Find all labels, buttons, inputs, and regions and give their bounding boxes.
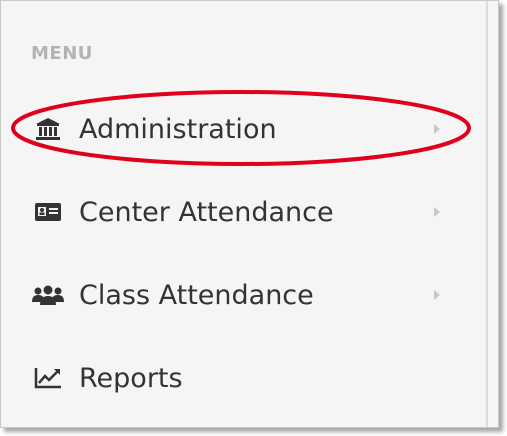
menu-item-center-attendance[interactable]: Center Attendance [1,182,471,242]
id-card-icon [31,199,65,225]
menu-item-label: Administration [79,113,277,145]
menu-item-class-attendance[interactable]: Class Attendance [1,265,471,325]
menu-item-label: Reports [79,362,183,394]
chevron-right-icon [434,124,440,134]
menu-header: MENU [31,43,93,64]
menu-item-label: Center Attendance [79,196,334,228]
sidebar-menu: MENU Administration Center Attendance Cl… [0,0,499,428]
users-icon [31,282,65,308]
menu-item-label: Class Attendance [79,279,314,311]
chevron-right-icon [434,207,440,217]
line-chart-icon [31,365,65,391]
menu-item-reports[interactable]: Reports [1,348,471,408]
menu-item-administration[interactable]: Administration [1,99,471,159]
chevron-right-icon [434,290,440,300]
bank-icon [31,116,65,142]
sidebar-divider [486,1,488,427]
